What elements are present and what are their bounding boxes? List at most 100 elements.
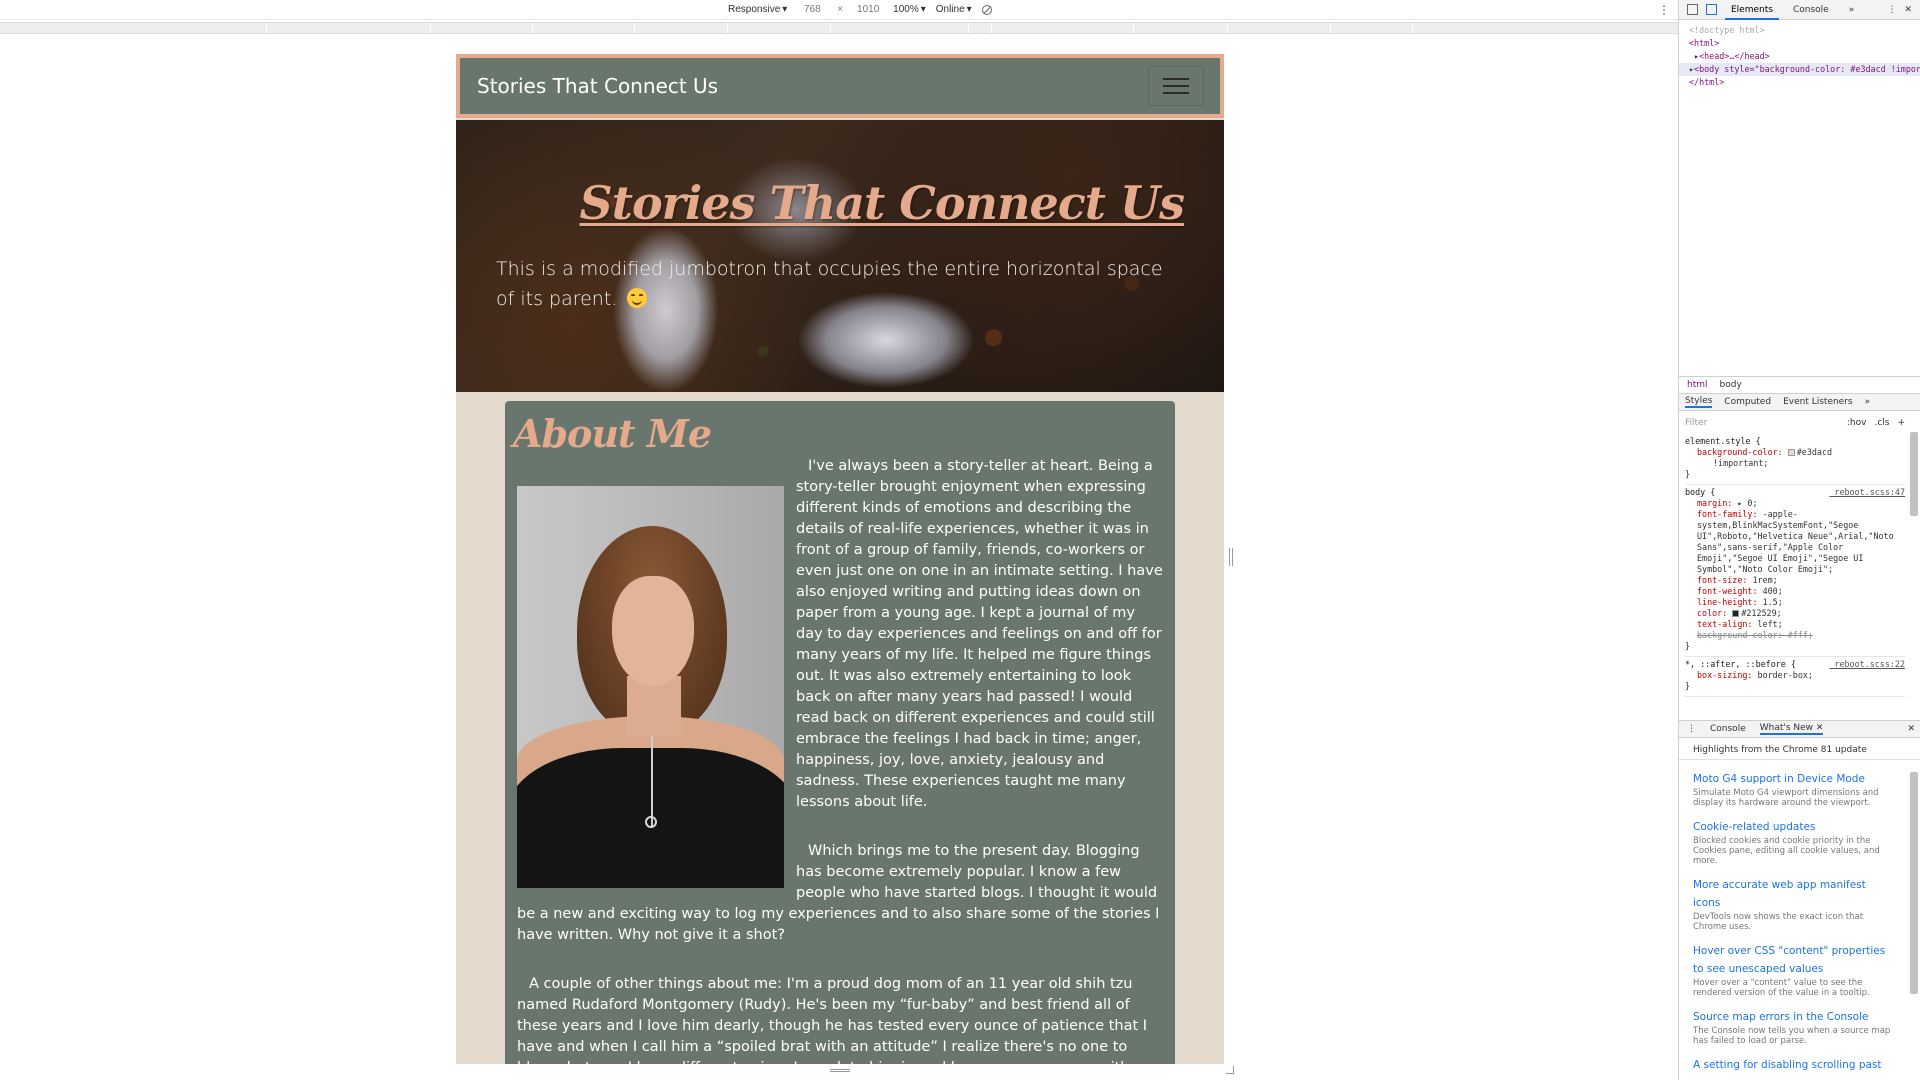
drawer-tabbar: ⋮ Console What's New ✕ ✕ [1679,720,1920,738]
emulated-viewport: Stories That Connect Us Stories That Con… [456,54,1224,1064]
more-subtabs-icon[interactable]: » [1865,397,1871,407]
news-desc: DevTools now shows the exact icon that C… [1693,912,1864,932]
styles-scrollbar[interactable] [1910,432,1918,516]
devtools-tabbar: Elements Console » ⋮ ✕ [1679,0,1920,20]
styles-filter-input[interactable]: Filter [1685,418,1847,428]
news-item: Moto G4 support in Device Mode Simulate M… [1693,770,1893,808]
navbar-brand[interactable]: Stories That Connect Us [477,74,718,98]
news-link[interactable]: A setting for disabling scrolling past [1693,1056,1893,1074]
news-link[interactable]: Cookie-related updates [1693,818,1893,836]
about-me-card: About Me I've always been a story-teller… [505,401,1175,1064]
rule-close: } [1685,469,1691,479]
news-item: Hover over CSS "content" properties to s… [1693,942,1893,998]
viewport-width-input[interactable]: 768 [797,4,827,15]
tab-console[interactable]: Console [1787,0,1835,20]
viewport-resize-handle-bottom[interactable] [830,1069,850,1072]
style-rule-universal: *, ::after, ::before { _reboot.scss:22 b… [1685,657,1905,697]
color-swatch-icon[interactable] [1732,610,1740,617]
style-property-overridden[interactable]: background-color: #fff; [1685,630,1905,641]
chevron-down-icon: ▾ [966,4,972,15]
device-controls: Responsive ▾ 768 × 1010 100% ▾ Online ▾ [728,4,992,15]
jumbotron-lead: This is a modified jumbotron that occupi… [496,254,1176,314]
news-link[interactable]: Source map errors in the Console [1693,1008,1893,1026]
property-name: background-color: [1697,447,1783,457]
breadcrumb-html[interactable]: html [1687,380,1708,390]
tab-computed[interactable]: Computed [1724,397,1771,407]
rule-close: } [1685,681,1691,691]
close-tab-icon[interactable]: ✕ [1816,723,1824,733]
breadcrumb-body[interactable]: body [1720,380,1742,390]
dom-node-head-text: <head>…</head> [1699,51,1770,61]
style-property[interactable]: margin: ▸ 0; [1685,498,1905,509]
rule-source-link[interactable]: _reboot.scss:22 [1829,659,1905,670]
style-property[interactable]: background-color: #e3dacd !important; [1685,447,1905,469]
jumbotron-lead-text: This is a modified jumbotron that occupi… [496,258,1163,310]
breadcrumb: html body [1679,376,1920,392]
style-rule-element: element.style { background-color: #e3dac… [1685,434,1905,485]
device-mode-select[interactable]: Responsive ▾ [728,4,787,15]
news-link[interactable]: Moto G4 support in Device Mode [1693,770,1893,788]
network-throttle-select[interactable]: Online ▾ [936,4,972,15]
style-property[interactable]: text-align: left; [1685,619,1905,630]
author-portrait-image [517,486,784,888]
news-item: More accurate web app manifest icons DevT… [1693,876,1893,932]
news-desc: Simulate Moto G4 viewport dimensions and… [1693,788,1879,808]
about-me-heading: About Me [513,411,712,456]
hamburger-icon-bar [1163,85,1189,87]
color-swatch-icon[interactable] [1787,449,1795,456]
style-rule-body: body { _reboot.scss:47 margin: ▸ 0; font… [1685,485,1905,657]
hover-state-toggle[interactable]: :hov [1847,418,1867,428]
hamburger-icon-bar [1163,78,1189,80]
class-toggle[interactable]: .cls [1874,418,1889,428]
drawer-scrollbar[interactable] [1910,772,1918,994]
dom-node-body-selected[interactable]: ▸<body style="background-color: #e3dacd … [1679,63,1920,76]
news-link[interactable]: More accurate web app manifest icons [1693,876,1893,912]
more-tabs-icon[interactable]: » [1843,0,1861,20]
drawer-tab-console[interactable]: Console [1710,724,1746,734]
device-toolbar-icon[interactable] [1706,4,1717,15]
drawer-tab-whats-new[interactable]: What's New ✕ [1759,723,1824,735]
add-rule-button[interactable]: + [1897,418,1905,428]
inspect-element-icon[interactable] [1687,4,1698,15]
zoom-select[interactable]: 100% ▾ [893,4,926,15]
jumbotron-hero: Stories That Connect Us This is a modifi… [456,120,1224,392]
close-devtools-icon[interactable]: ✕ [1904,5,1912,15]
tab-elements[interactable]: Elements [1725,0,1779,20]
news-item: Cookie-related updates Blocked cookies an… [1693,818,1893,866]
news-item: A setting for disabling scrolling past [1693,1056,1893,1074]
rule-selector[interactable]: element.style { [1685,436,1905,447]
viewport-resize-handle-corner[interactable] [1226,1066,1234,1074]
rotate-disabled-icon[interactable] [981,4,992,15]
styles-subtabbar: Styles Computed Event Listeners » [1679,393,1920,411]
dom-node-body-text: <body style="background-color: #e3dacd !… [1694,64,1920,74]
style-property[interactable]: font-family: -apple-system,BlinkMacSyste… [1685,509,1905,575]
more-options-icon[interactable]: ⋮ [1658,3,1670,17]
dom-tree: <!doctype html> <html> ▸<head>…</head> ▸… [1679,20,1920,89]
close-drawer-icon[interactable]: ✕ [1907,724,1915,734]
dom-node-html[interactable]: <html> [1689,37,1920,50]
devtools-menu-icon[interactable]: ⋮ [1887,5,1896,15]
style-property[interactable]: line-height: 1.5; [1685,597,1905,608]
style-property[interactable]: color: #212529; [1685,608,1905,619]
style-property[interactable]: font-weight: 400; [1685,586,1905,597]
tab-event-listeners[interactable]: Event Listeners [1783,397,1853,407]
media-query-ruler[interactable] [0,22,1678,34]
news-link[interactable]: Hover over CSS "content" properties to s… [1693,942,1893,978]
device-toolbar: Responsive ▾ 768 × 1010 100% ▾ Online ▾ … [0,0,1678,20]
times-separator: × [837,4,844,15]
jumbotron-title: Stories That Connect Us [579,176,1185,230]
drawer-menu-icon[interactable]: ⋮ [1687,724,1696,734]
navbar-toggler-button[interactable] [1148,66,1204,106]
dom-node-doctype[interactable]: <!doctype html> [1689,24,1920,37]
rule-source-link[interactable]: _reboot.scss:47 [1829,487,1905,498]
dom-node-head[interactable]: ▸<head>…</head> [1689,50,1920,63]
viewport-height-input[interactable]: 1010 [853,4,883,15]
styles-filter-row: Filter :hov .cls + [1679,414,1911,432]
style-property[interactable]: font-size: 1rem; [1685,575,1905,586]
rule-close: } [1685,641,1691,651]
viewport-resize-handle-right[interactable] [1229,548,1233,566]
tab-styles[interactable]: Styles [1685,396,1713,408]
news-desc: Blocked cookies and cookie priority in t… [1693,836,1880,866]
dom-node-html-close[interactable]: </html> [1689,76,1920,89]
style-property[interactable]: box-sizing: border-box; [1685,670,1905,681]
